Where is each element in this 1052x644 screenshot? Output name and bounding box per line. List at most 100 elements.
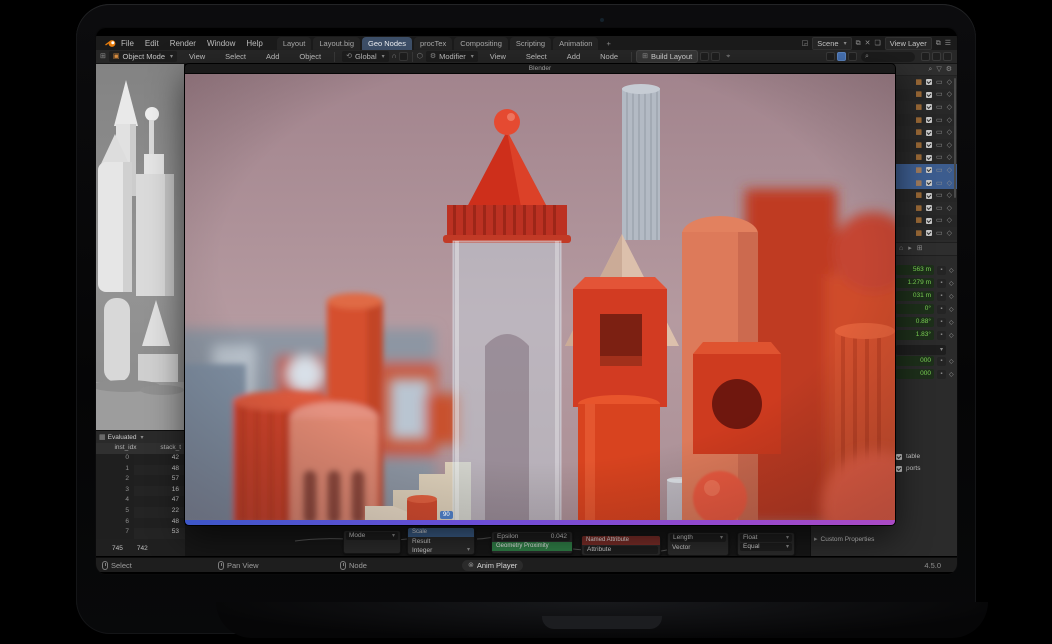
spreadsheet-row[interactable]: 1 48 [96, 465, 185, 476]
node-menu-item[interactable]: Add [567, 52, 580, 61]
hide-viewport-icon[interactable]: ▭ [936, 117, 943, 124]
keyframe-decorator-icon[interactable]: ◇ [949, 358, 954, 365]
workspace-tab[interactable]: Animation [553, 37, 598, 50]
search-input[interactable] [871, 53, 911, 60]
geometry-node-editor[interactable]: Mode ▾ Scale Result Integer▾ Epsilon 0.0… [185, 525, 810, 556]
transform-value-field[interactable]: 0° [896, 304, 934, 314]
new-layer-icon[interactable]: ⧉ [936, 40, 941, 47]
lock-icon[interactable]: ▪ [937, 305, 946, 314]
build-layout-button[interactable]: ⊞ Build Layout [636, 50, 698, 63]
disable-render-icon[interactable]: ◇ [947, 104, 952, 111]
node-mode[interactable]: Mode ▾ [343, 530, 401, 554]
new-scene-icon[interactable]: ⧉ [856, 40, 861, 47]
hide-viewport-icon[interactable]: ▭ [936, 205, 943, 212]
viewport-menu-item[interactable]: Object [299, 52, 321, 61]
hide-viewport-icon[interactable]: ▭ [936, 104, 943, 111]
menu-item[interactable]: Render [170, 39, 196, 48]
lock-icon[interactable]: ▪ [937, 266, 946, 275]
equal-dropdown[interactable]: Equal ▾ [740, 543, 792, 551]
keyframe-decorator-icon[interactable]: ◇ [949, 332, 954, 339]
checkbox[interactable] [896, 454, 902, 460]
scene-selector[interactable]: Scene▾ [812, 37, 851, 50]
column-header[interactable]: inst_idx [96, 443, 141, 454]
selectability-checkbox[interactable] [926, 155, 932, 161]
lock-icon[interactable]: ▪ [937, 279, 946, 288]
hide-viewport-icon[interactable]: ▭ [936, 167, 943, 174]
viewport-menu-item[interactable]: View [189, 52, 205, 61]
rotation-mode-dropdown[interactable]: ▾ [896, 345, 946, 355]
mode-dropdown[interactable]: ▣ Object Mode ▾ [109, 51, 177, 62]
lock-icon[interactable]: ▪ [937, 318, 946, 327]
selectability-checkbox[interactable] [926, 79, 932, 85]
keyframe-decorator-icon[interactable]: ◇ [949, 371, 954, 378]
gizmo-toggle[interactable] [848, 52, 857, 61]
dataset-dropdown[interactable]: Evaluated ▾ [108, 434, 144, 441]
orientation-dropdown[interactable]: ⟲ Global ▾ [342, 51, 389, 62]
menu-item[interactable]: File [121, 39, 134, 48]
disable-render-icon[interactable]: ◇ [947, 167, 952, 174]
workspace-tab[interactable]: procTex [414, 37, 452, 50]
search-icon[interactable]: ⌕ [928, 66, 932, 73]
snap-magnet-icon[interactable]: ∩ [392, 53, 397, 60]
node-compare[interactable]: Float ▾ Equal ▾ [737, 532, 795, 556]
selectability-checkbox[interactable] [926, 218, 932, 224]
scale-value-field[interactable]: 000 [896, 369, 934, 379]
selectability-checkbox[interactable] [926, 230, 932, 236]
node-scale[interactable]: Scale Result Integer▾ [407, 527, 475, 555]
node-editor-icon[interactable]: ⬡ [417, 53, 423, 60]
hide-viewport-icon[interactable]: ▭ [936, 79, 943, 86]
disable-render-icon[interactable]: ◇ [947, 205, 952, 212]
workspace-tab[interactable]: + [600, 37, 616, 50]
node-vector-math[interactable]: Length ▾ Vector [667, 532, 729, 556]
transform-value-field[interactable]: 1.83° [896, 330, 934, 340]
workspace-tab[interactable]: Layout.big [313, 37, 360, 50]
hide-viewport-icon[interactable]: ▭ [936, 129, 943, 136]
hide-viewport-icon[interactable]: ▭ [936, 91, 943, 98]
disable-render-icon[interactable]: ◇ [947, 154, 952, 161]
spreadsheet-row[interactable]: 4 47 [96, 496, 185, 507]
spreadsheet-row[interactable]: 7 53 [96, 528, 185, 539]
disable-render-icon[interactable]: ◇ [947, 217, 952, 224]
disable-render-icon[interactable]: ◇ [947, 91, 952, 98]
spreadsheet-row[interactable]: 0 42 [96, 454, 185, 465]
shading-toggle-1[interactable] [921, 52, 930, 61]
transform-value-field[interactable]: 563 m [896, 265, 934, 275]
stop-icon[interactable]: ⊗ [468, 562, 474, 569]
menu-item[interactable]: Edit [145, 39, 159, 48]
hide-viewport-icon[interactable]: ▭ [936, 180, 943, 187]
selectability-checkbox[interactable] [926, 92, 932, 98]
shading-toggle-3[interactable] [943, 52, 952, 61]
transform-value-field[interactable]: 031 m [896, 291, 934, 301]
outliner-options-icon[interactable]: ⚙ [946, 66, 952, 73]
node-named-attribute[interactable]: Named Attribute Attribute [581, 535, 661, 556]
menu-item[interactable]: Help [246, 39, 262, 48]
checkbox[interactable] [896, 466, 902, 472]
selectability-checkbox[interactable] [926, 205, 932, 211]
node-toggle-2[interactable] [711, 52, 720, 61]
workspace-tab[interactable]: Layout [277, 37, 312, 50]
keyframe-decorator-icon[interactable]: ◇ [949, 306, 954, 313]
scrollbar[interactable] [954, 78, 956, 198]
view-layer-selector[interactable]: View Layer [885, 37, 932, 50]
spreadsheet-row[interactable]: 2 57 [96, 475, 185, 486]
selectability-checkbox[interactable] [926, 142, 932, 148]
disable-render-icon[interactable]: ◇ [947, 129, 952, 136]
render-window-titlebar[interactable]: Blender [185, 64, 895, 74]
shading-toggle-2[interactable] [932, 52, 941, 61]
node-menu-item[interactable]: Select [526, 52, 547, 61]
column-header[interactable]: stack_t [141, 443, 186, 454]
proportional-toggle[interactable] [399, 52, 408, 61]
disable-render-icon[interactable]: ◇ [947, 192, 952, 199]
spreadsheet-row[interactable]: 5 22 [96, 507, 185, 518]
object-properties-icon[interactable]: ⌂ [899, 245, 903, 252]
render-result-window[interactable]: Blender [185, 64, 895, 525]
node-menu-item[interactable]: Node [600, 52, 618, 61]
keyframe-decorator-icon[interactable]: ◇ [949, 319, 954, 326]
overlay-toggle-active[interactable] [837, 52, 846, 61]
selectability-checkbox[interactable] [926, 117, 932, 123]
hide-viewport-icon[interactable]: ▭ [936, 192, 943, 199]
search-box[interactable]: ⌕ [861, 52, 915, 62]
workspace-tab[interactable]: Compositing [454, 37, 508, 50]
keyframe-decorator-icon[interactable]: ◇ [949, 293, 954, 300]
filter-funnel-icon[interactable]: ▽ [936, 66, 941, 73]
